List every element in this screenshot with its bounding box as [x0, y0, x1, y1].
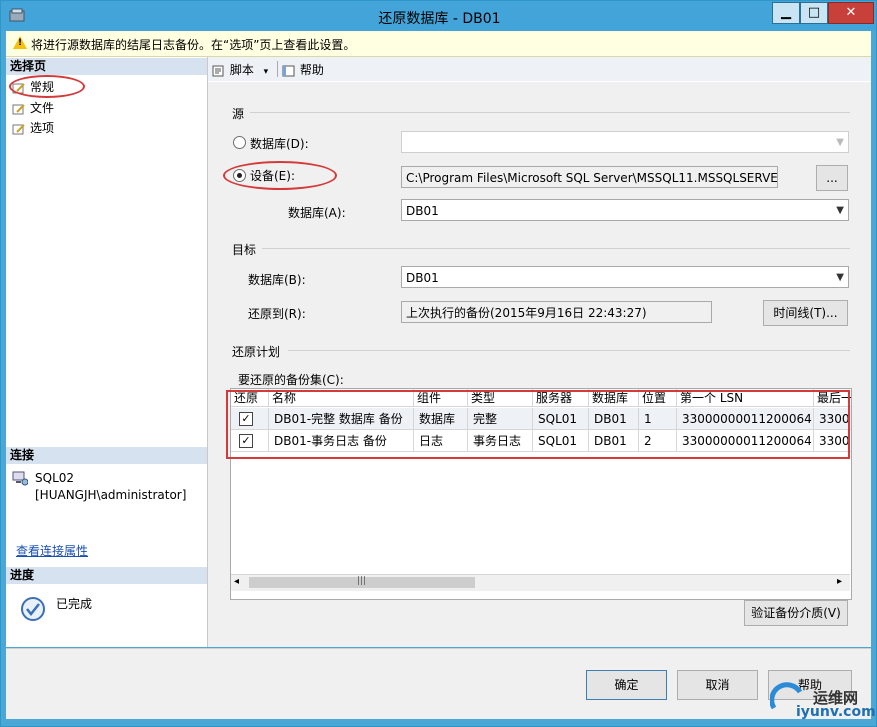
watermark-url: iyunv.com [796, 704, 876, 720]
connection-header: 连接 [6, 447, 207, 464]
verify-backup-media-button[interactable]: 验证备份介质(V) [744, 600, 848, 626]
title-bar[interactable]: 还原数据库 - DB01 ▁ □ ✕ [1, 1, 876, 31]
browse-device-button[interactable]: ... [816, 165, 848, 191]
progress-status: 已完成 [56, 597, 93, 611]
restore-to-field[interactable]: 上次执行的备份(2015年9月16日 22:43:27) [401, 301, 712, 323]
window-title: 还原数据库 - DB01 [378, 11, 501, 27]
close-button[interactable]: ✕ [828, 2, 874, 24]
help-book-icon [282, 65, 296, 77]
backup-sets-label: 要还原的备份集(C): [238, 373, 344, 387]
select-page-header: 选择页 [6, 58, 207, 75]
source-database-select[interactable]: ▼ [401, 131, 849, 153]
ok-button[interactable]: 确定 [586, 670, 667, 700]
script-icon [212, 65, 226, 77]
restore-plan-divider [288, 350, 850, 351]
scroll-left-arrow-icon[interactable]: ◂ [234, 576, 239, 587]
source-database-dropdown[interactable]: DB01 ▼ [401, 199, 849, 221]
connection-user: [HUANGJH\administrator] [35, 488, 187, 502]
chevron-down-icon: ▼ [836, 137, 844, 148]
chevron-down-icon: ▼ [836, 205, 844, 216]
scroll-thumb-grip-icon: ||| [357, 576, 367, 586]
database-radio[interactable] [233, 136, 246, 149]
toolbar: 脚本 ▾ 帮助 [208, 57, 871, 81]
page-item-files[interactable]: 文件 [12, 99, 54, 116]
chevron-down-icon: ▼ [836, 272, 844, 283]
dialog-footer: 确定 取消 帮助 [6, 648, 871, 719]
minimize-button[interactable]: ▁ [772, 2, 800, 24]
source-section-label: 源 [232, 107, 245, 121]
device-path-field[interactable]: C:\Program Files\Microsoft SQL Server\MS… [401, 166, 778, 188]
info-text: 将进行源数据库的结尾日志备份。在“选项”页上查看此设置。 [31, 38, 356, 52]
page-item-files-label: 文件 [30, 101, 55, 115]
target-section-label: 目标 [232, 243, 257, 257]
warning-icon: ! [13, 36, 27, 49]
wrench-page-icon [12, 123, 26, 135]
target-section-divider [262, 248, 850, 249]
server-icon [12, 470, 29, 489]
scroll-right-arrow-icon[interactable]: ▸ [837, 576, 842, 587]
horizontal-scrollbar[interactable]: ◂ ||| ▸ [231, 574, 850, 591]
page-item-options[interactable]: 选项 [12, 119, 54, 136]
target-database-dropdown[interactable]: DB01 ▼ [401, 266, 849, 288]
help-button-toolbar[interactable]: 帮助 [282, 61, 324, 78]
highlight-oval-general [9, 75, 85, 98]
chevron-down-icon: ▾ [263, 67, 269, 77]
server-name: SQL02 [35, 471, 75, 485]
left-panel: 选择页 常规 文件 选项 连接 SQL02 [HUANGJH\administr… [6, 57, 208, 647]
timeline-button[interactable]: 时间线(T)... [763, 300, 848, 326]
restore-to-label: 还原到(R): [248, 307, 306, 321]
restore-plan-section-label: 还原计划 [232, 345, 281, 359]
wrench-page-icon [12, 103, 26, 115]
highlight-oval-device [223, 161, 337, 190]
source-section-divider [250, 112, 850, 113]
page-item-options-label: 选项 [30, 121, 55, 135]
cancel-button[interactable]: 取消 [677, 670, 758, 700]
target-database-label: 数据库(B): [248, 273, 306, 287]
view-connection-properties-link[interactable]: 查看连接属性 [16, 542, 88, 559]
toolbar-separator [277, 61, 278, 77]
main-panel: 脚本 ▾ 帮助 源 数据库(D): ▼ 设备(E): C:\Program Fi… [208, 57, 871, 647]
info-bar: ! 将进行源数据库的结尾日志备份。在“选项”页上查看此设置。 [6, 31, 871, 57]
help-label: 帮助 [299, 63, 324, 77]
completed-check-icon [20, 596, 46, 625]
source-database-label: 数据库(A): [288, 206, 346, 220]
backup-sets-highlight-box [226, 390, 850, 459]
script-button[interactable]: 脚本 ▾ [212, 61, 268, 78]
progress-header: 进度 [6, 567, 207, 584]
maximize-button[interactable]: □ [800, 2, 828, 24]
database-radio-label: 数据库(D): [250, 137, 309, 151]
script-label: 脚本 [229, 63, 254, 77]
